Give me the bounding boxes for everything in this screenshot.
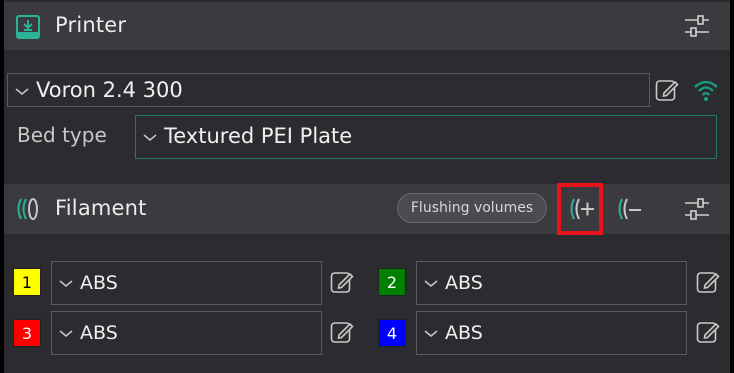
printer-select-value: Voron 2.4 300 xyxy=(36,78,183,102)
filament-slot-2-material: ABS xyxy=(445,272,483,294)
printer-section-header: Printer xyxy=(4,2,730,50)
bed-type-label: Bed type xyxy=(17,123,107,147)
chevron-down-icon xyxy=(59,280,73,287)
remove-filament-icon[interactable] xyxy=(615,196,643,222)
flushing-volumes-button[interactable]: Flushing volumes xyxy=(397,193,547,223)
edit-printer-icon[interactable] xyxy=(655,78,679,102)
wifi-icon[interactable] xyxy=(693,77,719,103)
filament-slot-2-color[interactable]: 2 xyxy=(378,268,406,296)
chevron-down-icon xyxy=(143,134,157,141)
edit-filament-2-icon[interactable] xyxy=(696,270,720,294)
bed-type-select[interactable]: Textured PEI Plate xyxy=(135,115,717,159)
chevron-down-icon xyxy=(424,330,438,337)
filament-slot-1-select[interactable]: ABS xyxy=(51,261,322,305)
filament-slot-4-color[interactable]: 4 xyxy=(378,319,406,347)
side-panel: Printer Voron 2.4 300 Bed type Textured … xyxy=(4,0,730,373)
printer-icon xyxy=(16,15,40,39)
filament-title: Filament xyxy=(55,196,147,220)
edit-filament-4-icon[interactable] xyxy=(696,320,720,344)
printer-select[interactable]: Voron 2.4 300 xyxy=(7,73,650,107)
printer-title: Printer xyxy=(55,13,127,37)
chevron-down-icon xyxy=(59,330,73,337)
filament-slot-1-color[interactable]: 1 xyxy=(13,268,41,296)
filament-slot-3-material: ABS xyxy=(80,322,118,344)
filament-section-header: Filament xyxy=(4,184,730,234)
filament-slot-3-select[interactable]: ABS xyxy=(51,311,322,355)
edit-filament-1-icon[interactable] xyxy=(330,270,354,294)
chevron-down-icon xyxy=(15,88,29,95)
chevron-down-icon xyxy=(424,280,438,287)
filament-slot-4-select[interactable]: ABS xyxy=(416,311,687,355)
filament-spool-icon xyxy=(17,198,38,220)
filament-slot-2-select[interactable]: ABS xyxy=(416,261,687,305)
filament-slot-4-material: ABS xyxy=(445,322,483,344)
filament-settings-icon[interactable] xyxy=(684,197,710,221)
bed-type-value: Textured PEI Plate xyxy=(164,124,353,148)
filament-slot-1-material: ABS xyxy=(80,272,118,294)
filament-slot-3-color[interactable]: 3 xyxy=(13,319,41,347)
edit-filament-3-icon[interactable] xyxy=(330,320,354,344)
add-filament-icon[interactable] xyxy=(568,196,596,222)
printer-settings-icon[interactable] xyxy=(684,14,710,38)
